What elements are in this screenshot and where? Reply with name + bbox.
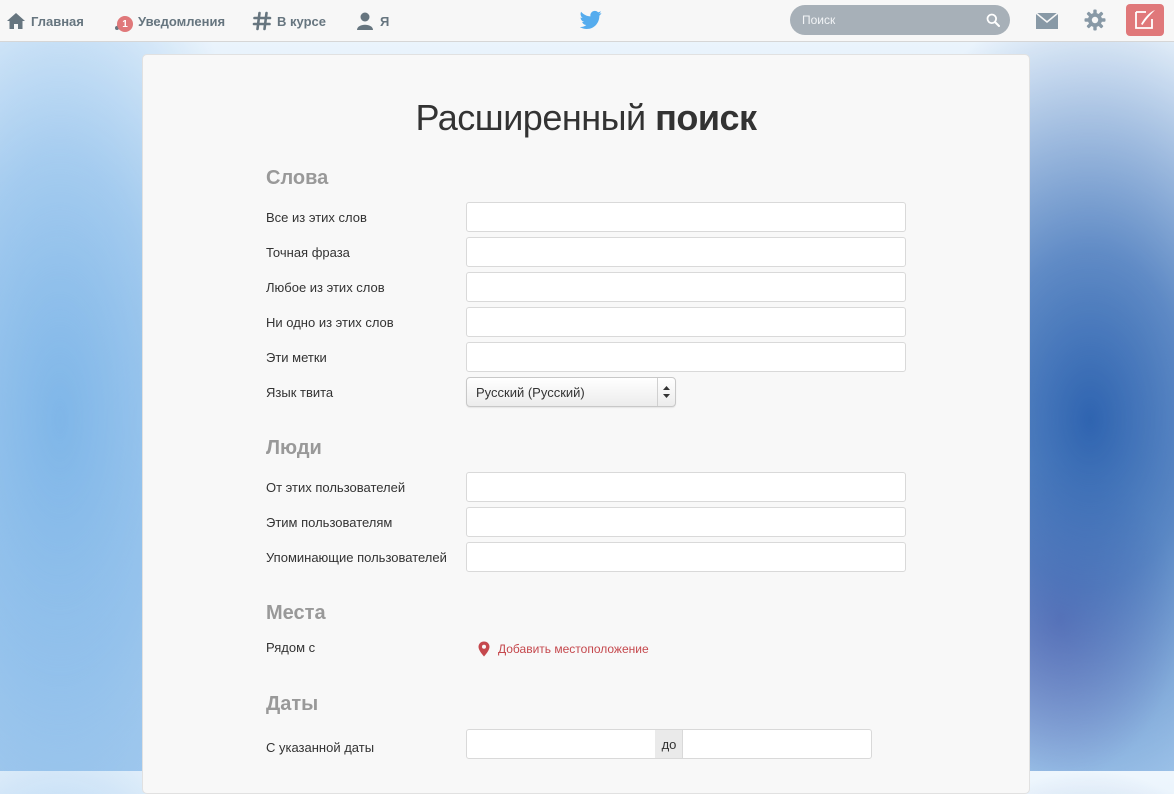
label-exact-phrase: Точная фраза [266, 245, 350, 260]
label-since-date: С указанной даты [266, 740, 375, 755]
location-pin-icon [478, 641, 490, 657]
from-users-input[interactable] [466, 472, 906, 502]
label-hashtags: Эти метки [266, 350, 327, 365]
hashtags-input[interactable] [466, 342, 906, 372]
section-title-places: Места [266, 602, 326, 624]
search-input[interactable] [790, 5, 982, 35]
mentioning-users-input[interactable] [466, 542, 906, 572]
search-box [790, 5, 1010, 35]
compose-tweet-button[interactable] [1126, 4, 1164, 36]
nav-me-label: Я [380, 13, 390, 29]
nav-me[interactable]: Я [355, 0, 389, 42]
label-all-words: Все из этих слов [266, 210, 367, 225]
hashtag-icon [252, 11, 272, 31]
page-title-light: Расширенный [415, 97, 646, 138]
add-location-link[interactable]: Добавить местоположение [478, 641, 649, 657]
compose-quill-icon [1135, 10, 1155, 29]
language-select-value: Русский (Русский) [476, 385, 585, 400]
since-date-input[interactable] [466, 729, 656, 759]
notifications-icon: 1 [113, 11, 133, 32]
none-words-input[interactable] [466, 307, 906, 337]
top-navigation-bar: Главная 1 Уведомления В курсе Я [0, 0, 1174, 42]
select-arrows-icon [657, 378, 675, 406]
settings-gear-icon[interactable] [1083, 8, 1107, 32]
direct-messages-icon[interactable] [1035, 11, 1059, 31]
nav-discover[interactable]: В курсе [252, 0, 326, 42]
any-words-input[interactable] [466, 272, 906, 302]
nav-discover-label: В курсе [277, 13, 326, 29]
notifications-badge: 1 [117, 16, 133, 32]
label-from-users: От этих пользователей [266, 480, 406, 495]
language-select[interactable]: Русский (Русский) [466, 377, 676, 407]
page-title: Расширенный поиск [143, 97, 1029, 139]
user-icon [355, 11, 375, 31]
label-tweet-language: Язык твита [266, 385, 334, 400]
twitter-bird-logo-icon[interactable] [580, 10, 602, 30]
nav-home[interactable]: Главная [6, 0, 84, 42]
label-mentioning-users: Упоминающие пользователей [266, 550, 447, 565]
until-date-input[interactable] [682, 729, 872, 759]
all-words-input[interactable] [466, 202, 906, 232]
nav-home-label: Главная [31, 13, 84, 29]
section-title-people: Люди [266, 437, 322, 459]
page-title-bold: поиск [655, 97, 757, 138]
nav-notifications[interactable]: 1 Уведомления [113, 0, 225, 42]
search-icon[interactable] [986, 13, 1000, 27]
section-title-dates: Даты [266, 693, 319, 715]
label-near: Рядом с [266, 640, 316, 655]
label-any-words: Любое из этих слов [266, 280, 385, 295]
home-icon [6, 11, 26, 31]
date-range-separator: до [655, 729, 683, 759]
exact-phrase-input[interactable] [466, 237, 906, 267]
to-users-input[interactable] [466, 507, 906, 537]
label-none-words: Ни одно из этих слов [266, 315, 394, 330]
nav-notifications-label: Уведомления [138, 13, 226, 29]
label-to-users: Этим пользователям [266, 515, 393, 530]
section-title-words: Слова [266, 167, 329, 189]
add-location-label: Добавить местоположение [498, 642, 649, 656]
advanced-search-panel: Расширенный поиск Слова Все из этих слов… [142, 54, 1030, 794]
